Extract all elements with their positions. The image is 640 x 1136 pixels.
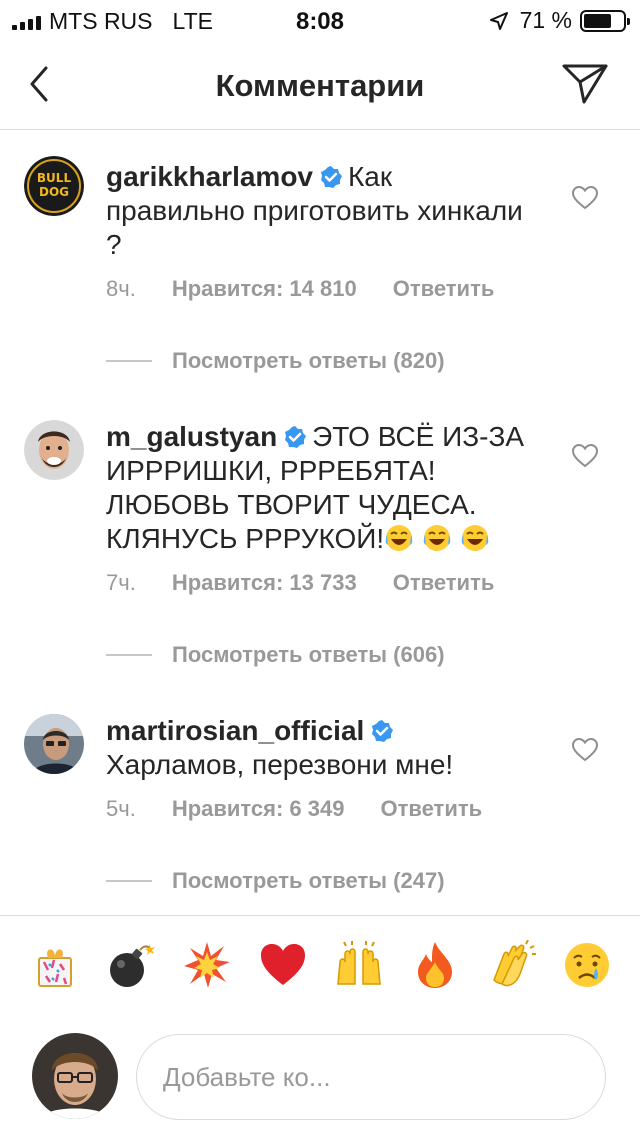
comment-username[interactable]: m_galustyan — [106, 421, 277, 452]
comment-time: 8ч. — [106, 276, 136, 301]
likes-count[interactable]: Нравится: 6 349 — [172, 796, 345, 822]
verified-badge-icon — [285, 426, 307, 448]
verified-badge-icon — [372, 720, 394, 742]
reply-button[interactable]: Ответить — [380, 796, 482, 822]
view-replies-label: Посмотреть ответы (606) — [172, 642, 445, 667]
red-heart-icon[interactable] — [258, 940, 308, 996]
fire-icon[interactable] — [410, 940, 460, 996]
crying-face-icon[interactable] — [562, 940, 612, 996]
comment-time: 5ч. — [106, 796, 136, 821]
clapping-hands-icon[interactable] — [486, 939, 536, 996]
bomb-icon[interactable] — [105, 940, 155, 996]
svg-text:DOG: DOG — [39, 185, 69, 199]
likes-count[interactable]: Нравится: 14 810 — [172, 276, 357, 302]
face-with-tears-of-joy-icon — [423, 525, 451, 551]
divider — [0, 915, 640, 916]
svg-text:BULL: BULL — [37, 171, 72, 185]
like-heart-icon[interactable] — [572, 186, 598, 210]
like-heart-icon[interactable] — [572, 738, 598, 762]
comment-username[interactable]: garikkharlamov — [106, 161, 313, 192]
location-arrow-icon — [489, 11, 508, 30]
view-replies-label: Посмотреть ответы (820) — [172, 348, 445, 373]
comment-username[interactable]: martirosian_official — [106, 715, 364, 746]
tears-of-joy-emoji-group — [384, 523, 498, 554]
nav-header: Комментарии — [0, 40, 640, 130]
current-user-avatar — [32, 1033, 118, 1119]
comment-text: Харламов, перезвони мне! — [106, 749, 454, 780]
comment-input[interactable] — [136, 1034, 606, 1120]
view-replies-label: Посмотреть ответы (247) — [172, 868, 445, 893]
avatar[interactable]: BULL DOG — [24, 156, 84, 216]
verified-badge-icon — [321, 166, 342, 188]
avatar[interactable] — [24, 714, 84, 774]
face-with-tears-of-joy-icon — [385, 525, 413, 551]
status-bar: MTS RUS LTE 8:08 71 % — [0, 0, 640, 40]
reply-button[interactable]: Ответить — [393, 570, 495, 596]
like-heart-icon[interactable] — [572, 444, 598, 468]
face-with-tears-of-joy-icon — [461, 525, 489, 551]
avatar[interactable] — [24, 420, 84, 480]
battery-percent: 71 % — [519, 7, 572, 33]
page-title: Комментарии — [215, 68, 425, 103]
view-replies-link[interactable]: Посмотреть ответы (820) — [106, 348, 445, 374]
raising-hands-icon[interactable] — [334, 940, 384, 996]
party-popper-icon[interactable] — [30, 940, 80, 996]
likes-count[interactable]: Нравится: 13 733 — [172, 570, 357, 596]
view-replies-link[interactable]: Посмотреть ответы (606) — [106, 642, 445, 668]
reply-button[interactable]: Ответить — [393, 276, 495, 302]
battery-icon — [580, 9, 630, 32]
comment-time: 7ч. — [106, 570, 136, 595]
paper-plane-icon[interactable] — [560, 58, 610, 108]
collision-icon[interactable] — [182, 940, 232, 996]
view-replies-link[interactable]: Посмотреть ответы (247) — [106, 868, 445, 894]
emoji-quick-bar — [0, 939, 640, 1000]
